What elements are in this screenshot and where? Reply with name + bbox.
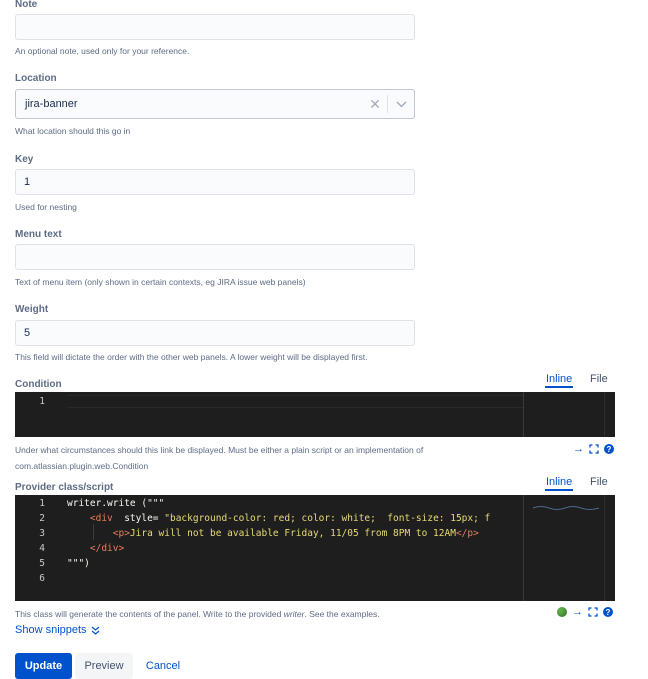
show-snippets-link[interactable]: Show snippets [15,624,100,636]
preview-button[interactable]: Preview [75,653,133,679]
provider-tab-inline[interactable]: Inline [544,476,574,491]
code-line-1: writer.write (""" [67,498,165,509]
menu-text-help: Text of menu item (only shown in certain… [15,277,306,287]
fullscreen-icon[interactable] [588,607,598,617]
line-number: 4 [39,543,45,554]
line-number: 5 [39,558,45,569]
minimap[interactable] [531,497,601,510]
location-value: jira-banner [25,98,78,110]
condition-label: Condition [15,379,62,390]
condition-help-line2: com.atlassian.plugin.web.Condition [15,461,149,471]
print-margin [523,392,524,437]
indent-guide [93,524,94,540]
key-label: Key [15,154,34,165]
arrow-right-icon[interactable]: → [573,443,584,455]
line-number: 1 [39,396,45,407]
code-line-4: </div> [67,543,125,554]
active-line-highlight [67,395,523,408]
provider-label: Provider class/script [15,482,114,493]
code-line-2: <div style= "background-color: red; colo… [67,513,491,524]
scrollbar-track[interactable] [604,392,605,437]
condition-editor[interactable]: 1 [15,392,615,437]
update-button[interactable]: Update [15,653,72,679]
weight-label: Weight [15,304,49,315]
line-number: 6 [39,573,45,584]
note-label: Note [15,0,38,10]
line-number: 1 [39,498,45,509]
arrow-right-icon[interactable]: → [572,606,583,618]
provider-tab-file[interactable]: File [590,476,608,488]
provider-editor-actions: → ? [557,606,613,618]
key-input[interactable]: 1 [15,169,415,195]
location-help: What location should this go in [15,126,131,136]
chevron-down-icon[interactable] [388,100,414,108]
menu-text-label: Menu text [15,229,62,240]
key-help: Used for nesting [15,202,77,212]
status-ok-icon [557,607,567,617]
help-icon[interactable]: ? [604,444,614,454]
condition-editor-actions: → ? [573,443,614,455]
condition-help-line1: Under what circumstances should this lin… [15,445,424,455]
help-icon[interactable]: ? [603,607,613,617]
weight-input[interactable]: 5 [15,320,415,346]
clear-icon[interactable]: ✕ [363,96,387,113]
show-snippets-label: Show snippets [15,624,87,636]
condition-tab-file[interactable]: File [590,373,608,385]
provider-help: This class will generate the contents of… [15,609,380,619]
fullscreen-icon[interactable] [589,444,599,454]
double-chevron-down-icon [91,626,99,635]
note-help: An optional note, used only for your ref… [15,46,190,56]
code-area[interactable]: writer.write (""" <div style= "backgroun… [67,495,523,601]
location-select[interactable]: jira-banner ✕ [15,89,415,119]
code-line-5: """) [67,558,90,569]
provider-editor[interactable]: 1 2 3 4 5 6 writer.write (""" <div style… [15,495,615,601]
print-margin [523,495,524,601]
location-label: Location [15,73,57,84]
condition-tab-inline[interactable]: Inline [544,373,574,388]
line-number: 2 [39,513,45,524]
code-line-3: <p>Jira will not be available Friday, 11… [67,528,479,539]
menu-text-input[interactable] [15,244,415,270]
scrollbar-track[interactable] [604,495,605,601]
line-number: 3 [39,528,45,539]
cancel-button[interactable]: Cancel [138,653,188,679]
note-input[interactable] [15,14,415,40]
weight-help: This field will dictate the order with t… [15,352,368,362]
